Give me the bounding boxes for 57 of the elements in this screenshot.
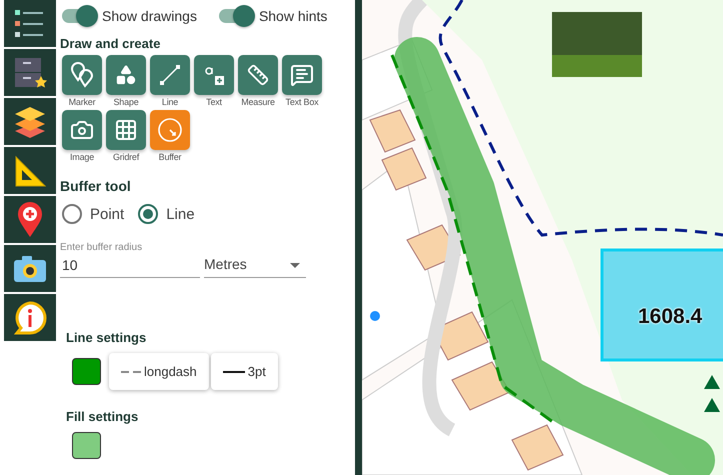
- sidebar-button[interactable]: [4, 294, 56, 341]
- radio-label: Line: [166, 206, 195, 222]
- tool-button[interactable]: [62, 55, 102, 95]
- measurement-label: 1608.4: [638, 305, 702, 329]
- ruler-icon: [247, 64, 269, 86]
- layers-icon: [13, 104, 47, 138]
- radius-field[interactable]: 10: [60, 253, 200, 278]
- buffer-icon: [157, 117, 183, 143]
- tool-button[interactable]: [106, 55, 146, 95]
- tool-button[interactable]: [62, 110, 102, 150]
- radio-button[interactable]: [62, 204, 82, 224]
- line-color-swatch[interactable]: [72, 358, 101, 385]
- tool-button[interactable]: [150, 55, 190, 95]
- line-style-button[interactable]: longdash: [109, 353, 209, 390]
- tool-label: Measure: [241, 97, 275, 107]
- tool-label: Marker: [68, 97, 96, 107]
- field-label: Enter buffer radius: [60, 242, 144, 253]
- section-heading: Buffer tool: [60, 178, 132, 194]
- section-heading: Fill settings: [66, 409, 140, 424]
- tool-button[interactable]: [150, 110, 190, 150]
- text-box-icon: [290, 63, 314, 87]
- units-dropdown[interactable]: Metres: [204, 256, 306, 278]
- tool-label: Shape: [113, 97, 139, 107]
- sidebar-button[interactable]: [4, 98, 56, 145]
- camera-icon: [13, 254, 47, 282]
- dashed-line-icon: [121, 370, 141, 372]
- list-icon: [14, 8, 46, 38]
- radio-label: Point: [90, 206, 124, 222]
- solid-line-icon: [222, 370, 245, 372]
- tool-button[interactable]: [238, 55, 278, 95]
- tool-button[interactable]: [194, 55, 234, 95]
- fill-color-swatch[interactable]: [72, 432, 101, 459]
- tool-button[interactable]: [106, 110, 146, 150]
- tool-button[interactable]: [282, 55, 322, 95]
- tool-label: Text: [206, 97, 222, 107]
- tool-label: Image: [70, 152, 94, 162]
- toggle-label: Show hints: [258, 8, 328, 24]
- tool-label: Buffer: [158, 152, 182, 162]
- sidebar-button[interactable]: [4, 49, 56, 96]
- sidebar-button[interactable]: [4, 196, 56, 243]
- sidebar-button[interactable]: [4, 147, 56, 194]
- radio-button[interactable]: [138, 204, 158, 224]
- info-bubble-icon: [13, 300, 47, 334]
- toggle-label: Show drawings: [102, 8, 197, 24]
- tool-label: Text Box: [286, 97, 318, 107]
- sidebar-button[interactable]: [4, 245, 56, 292]
- shapes-icon: [115, 64, 137, 86]
- cabinet-star-icon: [12, 56, 48, 90]
- sidebar-button[interactable]: [4, 0, 56, 47]
- tool-label: Line: [162, 97, 178, 107]
- section-heading: Line settings: [66, 330, 148, 345]
- marker-icon: [70, 62, 94, 88]
- tool-label: Gridref: [112, 152, 140, 162]
- line-icon: [158, 63, 182, 87]
- section-heading: Draw and create: [60, 36, 162, 51]
- line-width-button[interactable]: 3pt: [210, 353, 278, 390]
- map-pin-plus-icon: [17, 202, 43, 238]
